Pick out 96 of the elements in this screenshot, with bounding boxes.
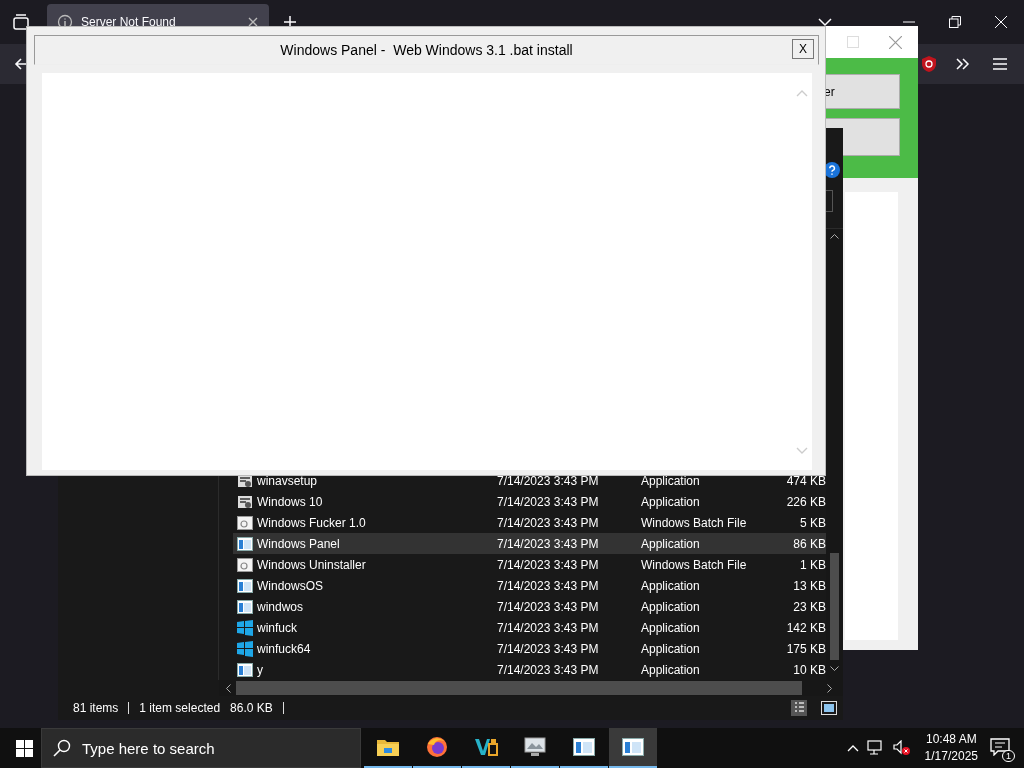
file-row[interactable]: Windows Panel 7/14/2023 3:43 PM Application 86 KB: [233, 533, 826, 554]
file-row[interactable]: windwos 7/14/2023 3:43 PM Application 23 KB: [233, 596, 826, 617]
search-field[interactable]: Type here to search: [41, 728, 361, 768]
windows-logo-icon[interactable]: [16, 739, 33, 757]
file-size: 13 KB: [792, 578, 826, 593]
file-date: 7/14/2023 3:43 PM: [497, 599, 600, 614]
file-date: 7/14/2023 3:43 PM: [497, 536, 600, 551]
file-name: y: [257, 662, 264, 677]
window-icon: [237, 536, 253, 551]
file-size: 10 KB: [792, 662, 826, 677]
file-row[interactable]: y 7/14/2023 3:43 PM Application 10 KB: [233, 659, 826, 680]
file-type: Application: [641, 536, 701, 551]
scrollbar-thumb[interactable]: [830, 553, 839, 660]
close-button[interactable]: X: [792, 39, 814, 59]
file-date: 7/14/2023 3:43 PM: [497, 641, 600, 656]
file-date: 7/14/2023 3:43 PM: [497, 473, 600, 488]
file-date: 7/14/2023 3:43 PM: [497, 494, 600, 509]
muted-speaker-icon[interactable]: [892, 740, 911, 756]
file-type: Windows Batch File: [641, 515, 748, 530]
taskbar-app[interactable]: [609, 728, 657, 768]
file-name: Windows Uninstaller: [257, 557, 367, 572]
file-type: Application: [641, 662, 701, 677]
window-icon: [237, 662, 253, 677]
scroll-left-icon[interactable]: [225, 683, 231, 693]
windows-logo-icon: [237, 619, 253, 636]
file-row[interactable]: Windows 10 7/14/2023 3:43 PM Application 226 KB: [233, 491, 826, 512]
file-size: 86 KB: [792, 536, 826, 551]
file-name: winavsetup: [257, 473, 319, 488]
file-name: Windows 10: [257, 494, 324, 509]
file-date: 7/14/2023 3:43 PM: [497, 662, 600, 677]
scrollbar-thumb[interactable]: [236, 681, 802, 695]
scroll-down-icon[interactable]: [830, 666, 839, 672]
file-size: 1 KB: [799, 557, 826, 572]
item-count: 81 items: [73, 701, 119, 715]
network-icon[interactable]: [866, 740, 885, 756]
code-editor-icon: [474, 736, 498, 758]
browser-icon: [426, 736, 448, 758]
file-name: WindowsOS: [257, 578, 325, 593]
file-size: 175 KB: [785, 641, 826, 656]
file-size: 142 KB: [785, 620, 826, 635]
menu-icon[interactable]: [993, 58, 1007, 70]
file-name: winfuck64: [257, 641, 312, 656]
notification-count: 1: [1002, 750, 1015, 762]
file-type: Application: [641, 494, 701, 509]
restore-icon[interactable]: [949, 16, 961, 28]
folder-icon: [377, 738, 399, 756]
file-date: 7/14/2023 3:43 PM: [497, 620, 600, 635]
selection-size: 86.0 KB: [230, 701, 273, 715]
file-name: Windows Panel: [257, 536, 341, 551]
file-date: 7/14/2023 3:43 PM: [497, 557, 600, 572]
thumbnails-view-icon[interactable]: [821, 701, 837, 715]
setup-icon: [237, 493, 253, 510]
gear-document-icon: [237, 557, 253, 572]
clock-time[interactable]: 10:48 AM: [925, 731, 977, 748]
tab-title: Server Not Found: [81, 15, 177, 29]
file-date: 7/14/2023 3:43 PM: [497, 515, 600, 530]
file-type: Application: [641, 641, 701, 656]
window-icon: [237, 578, 253, 593]
windows-logo-icon: [237, 640, 253, 657]
close-icon[interactable]: [247, 16, 259, 28]
file-row[interactable]: WindowsOS 7/14/2023 3:43 PM Application 13 KB: [233, 575, 826, 596]
file-type: Application: [641, 599, 701, 614]
file-size: 474 KB: [785, 473, 826, 488]
window-title: Windows Panel - Web Windows 3.1 .bat install: [280, 42, 573, 58]
shield-icon[interactable]: [921, 55, 937, 73]
scroll-right-icon[interactable]: [827, 683, 833, 693]
file-row[interactable]: Windows Fucker 1.0 7/14/2023 3:43 PM Windows Batch File 5 KB: [233, 512, 826, 533]
selection-info: 1 item selected: [139, 701, 221, 715]
file-name: winfuck: [257, 620, 298, 635]
window-icon: [622, 738, 644, 756]
file-name: windwos: [257, 599, 305, 614]
file-row[interactable]: winfuck64 7/14/2023 3:43 PM Application 175 KB: [233, 638, 826, 659]
file-type: Application: [641, 578, 701, 593]
window-icon: [573, 738, 595, 756]
file-size: 23 KB: [792, 599, 826, 614]
back-arrow-icon[interactable]: [14, 57, 28, 71]
chevron-up-icon[interactable]: [846, 744, 859, 752]
search-icon: [53, 739, 71, 757]
file-type: Windows Batch File: [641, 557, 748, 572]
gear-document-icon: [237, 515, 253, 530]
file-row[interactable]: winfuck 7/14/2023 3:43 PM Application 142 KB: [233, 617, 826, 638]
tab-list-icon[interactable]: [12, 14, 30, 30]
file-size: 226 KB: [785, 494, 826, 509]
file-name: Windows Fucker 1.0: [257, 515, 367, 530]
details-view-icon[interactable]: [791, 700, 807, 716]
file-type: Application: [641, 620, 701, 635]
file-size: 5 KB: [799, 515, 826, 530]
file-row[interactable]: Windows Uninstaller 7/14/2023 3:43 PM Windows Batch File 1 KB: [233, 554, 826, 575]
window-icon: [237, 599, 253, 614]
scroll-up-icon[interactable]: [830, 233, 839, 239]
chevron-down-icon[interactable]: [818, 17, 832, 27]
file-type: Application: [641, 473, 701, 488]
chevrons-right-icon[interactable]: [956, 58, 970, 70]
clock-date[interactable]: 1/17/2025: [924, 748, 978, 765]
monitor-icon: [523, 736, 547, 758]
file-date: 7/14/2023 3:43 PM: [497, 578, 600, 593]
